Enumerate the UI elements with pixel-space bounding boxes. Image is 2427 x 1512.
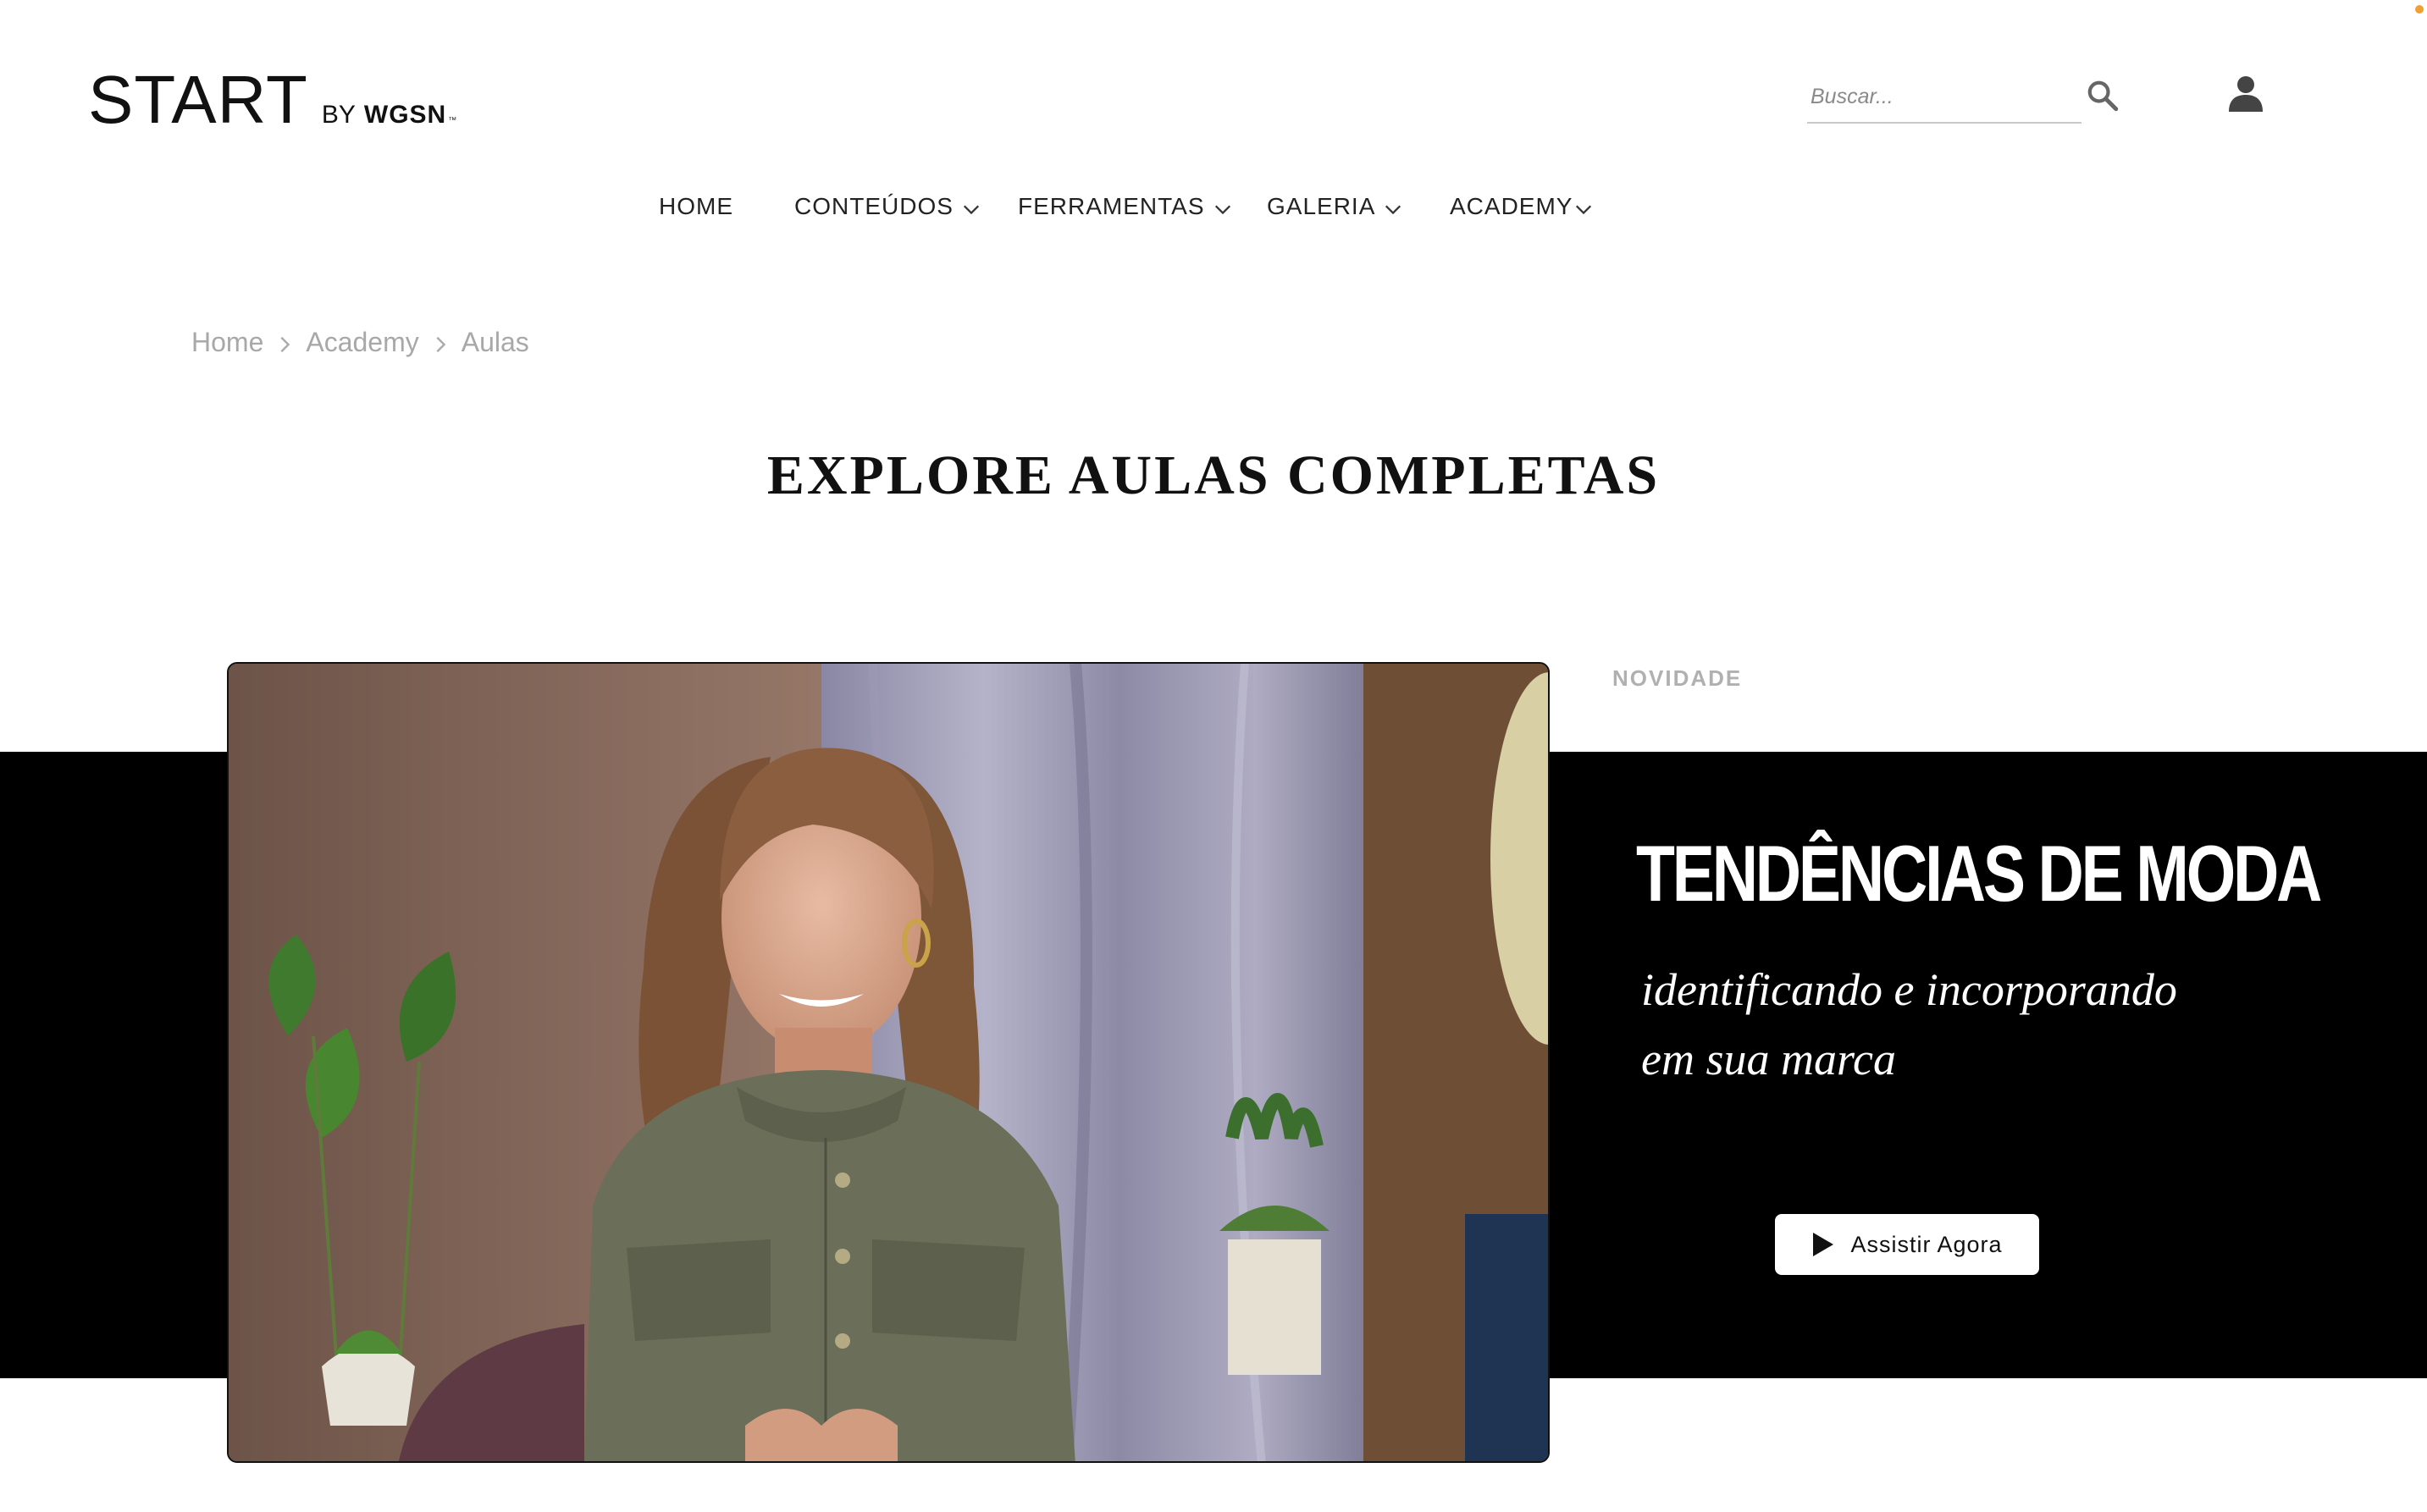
new-badge: NOVIDADE	[1612, 665, 1743, 691]
chevron-right-icon	[280, 336, 290, 352]
search-input[interactable]	[1807, 73, 2081, 120]
chevron-down-icon	[1385, 205, 1401, 215]
page: START BY WGSN ™ HOME CONTEÚDOS FERRAMENT…	[0, 0, 2427, 1512]
logo-brand-text: WGSN	[363, 101, 447, 129]
play-icon	[1813, 1233, 1834, 1256]
nav-item-label: FERRAMENTAS	[1018, 193, 1205, 219]
user-icon[interactable]	[2225, 73, 2266, 113]
nav-item-home[interactable]: HOME	[659, 193, 733, 220]
watch-now-label: Assistir Agora	[1850, 1231, 2003, 1257]
nav-item-label: HOME	[659, 193, 733, 219]
nav-item-label: ACADEMY	[1450, 193, 1573, 219]
notification-dot	[2415, 5, 2424, 14]
main-nav: HOME CONTEÚDOS FERRAMENTAS GALERIA ACADE…	[0, 193, 2427, 227]
watch-now-button[interactable]: Assistir Agora	[1775, 1214, 2039, 1275]
breadcrumb-home[interactable]: Home	[191, 327, 263, 358]
logo-start-text: START	[88, 62, 308, 137]
breadcrumb: Home Academy Aulas	[191, 327, 529, 358]
featured-heading: TENDÊNCIAS DE MODA	[1636, 829, 2322, 918]
featured-video-thumbnail[interactable]	[227, 662, 1550, 1463]
nav-item-label: GALERIA	[1267, 193, 1376, 219]
featured-subtitle-line-1: identificando e incorporando	[1641, 964, 2177, 1015]
search-box	[1807, 73, 2081, 124]
logo[interactable]: START BY WGSN ™	[88, 61, 456, 139]
chevron-down-icon	[1576, 205, 1592, 215]
video-still-image	[229, 664, 1548, 1461]
nav-item-galeria[interactable]: GALERIA	[1267, 193, 1402, 220]
featured-subtitle-line-2: em sua marca	[1641, 1034, 1896, 1084]
page-title: EXPLORE AULAS COMPLETAS	[766, 444, 1661, 506]
search-icon[interactable]	[2085, 78, 2120, 113]
chevron-down-icon	[1214, 205, 1230, 215]
featured-subtitle: identificando e incorporando em sua marc…	[1641, 955, 2251, 1094]
logo-by-text: BY	[321, 101, 356, 129]
breadcrumb-academy[interactable]: Academy	[306, 327, 418, 358]
breadcrumb-aulas: Aulas	[461, 327, 529, 357]
chevron-right-icon	[436, 336, 446, 352]
nav-item-academy[interactable]: ACADEMY	[1450, 193, 1593, 220]
nav-item-ferramentas[interactable]: FERRAMENTAS	[1018, 193, 1232, 220]
nav-item-conteudos[interactable]: CONTEÚDOS	[794, 193, 981, 220]
chevron-down-icon	[963, 205, 979, 215]
logo-trademark: ™	[448, 116, 457, 125]
nav-item-label: CONTEÚDOS	[794, 193, 954, 219]
